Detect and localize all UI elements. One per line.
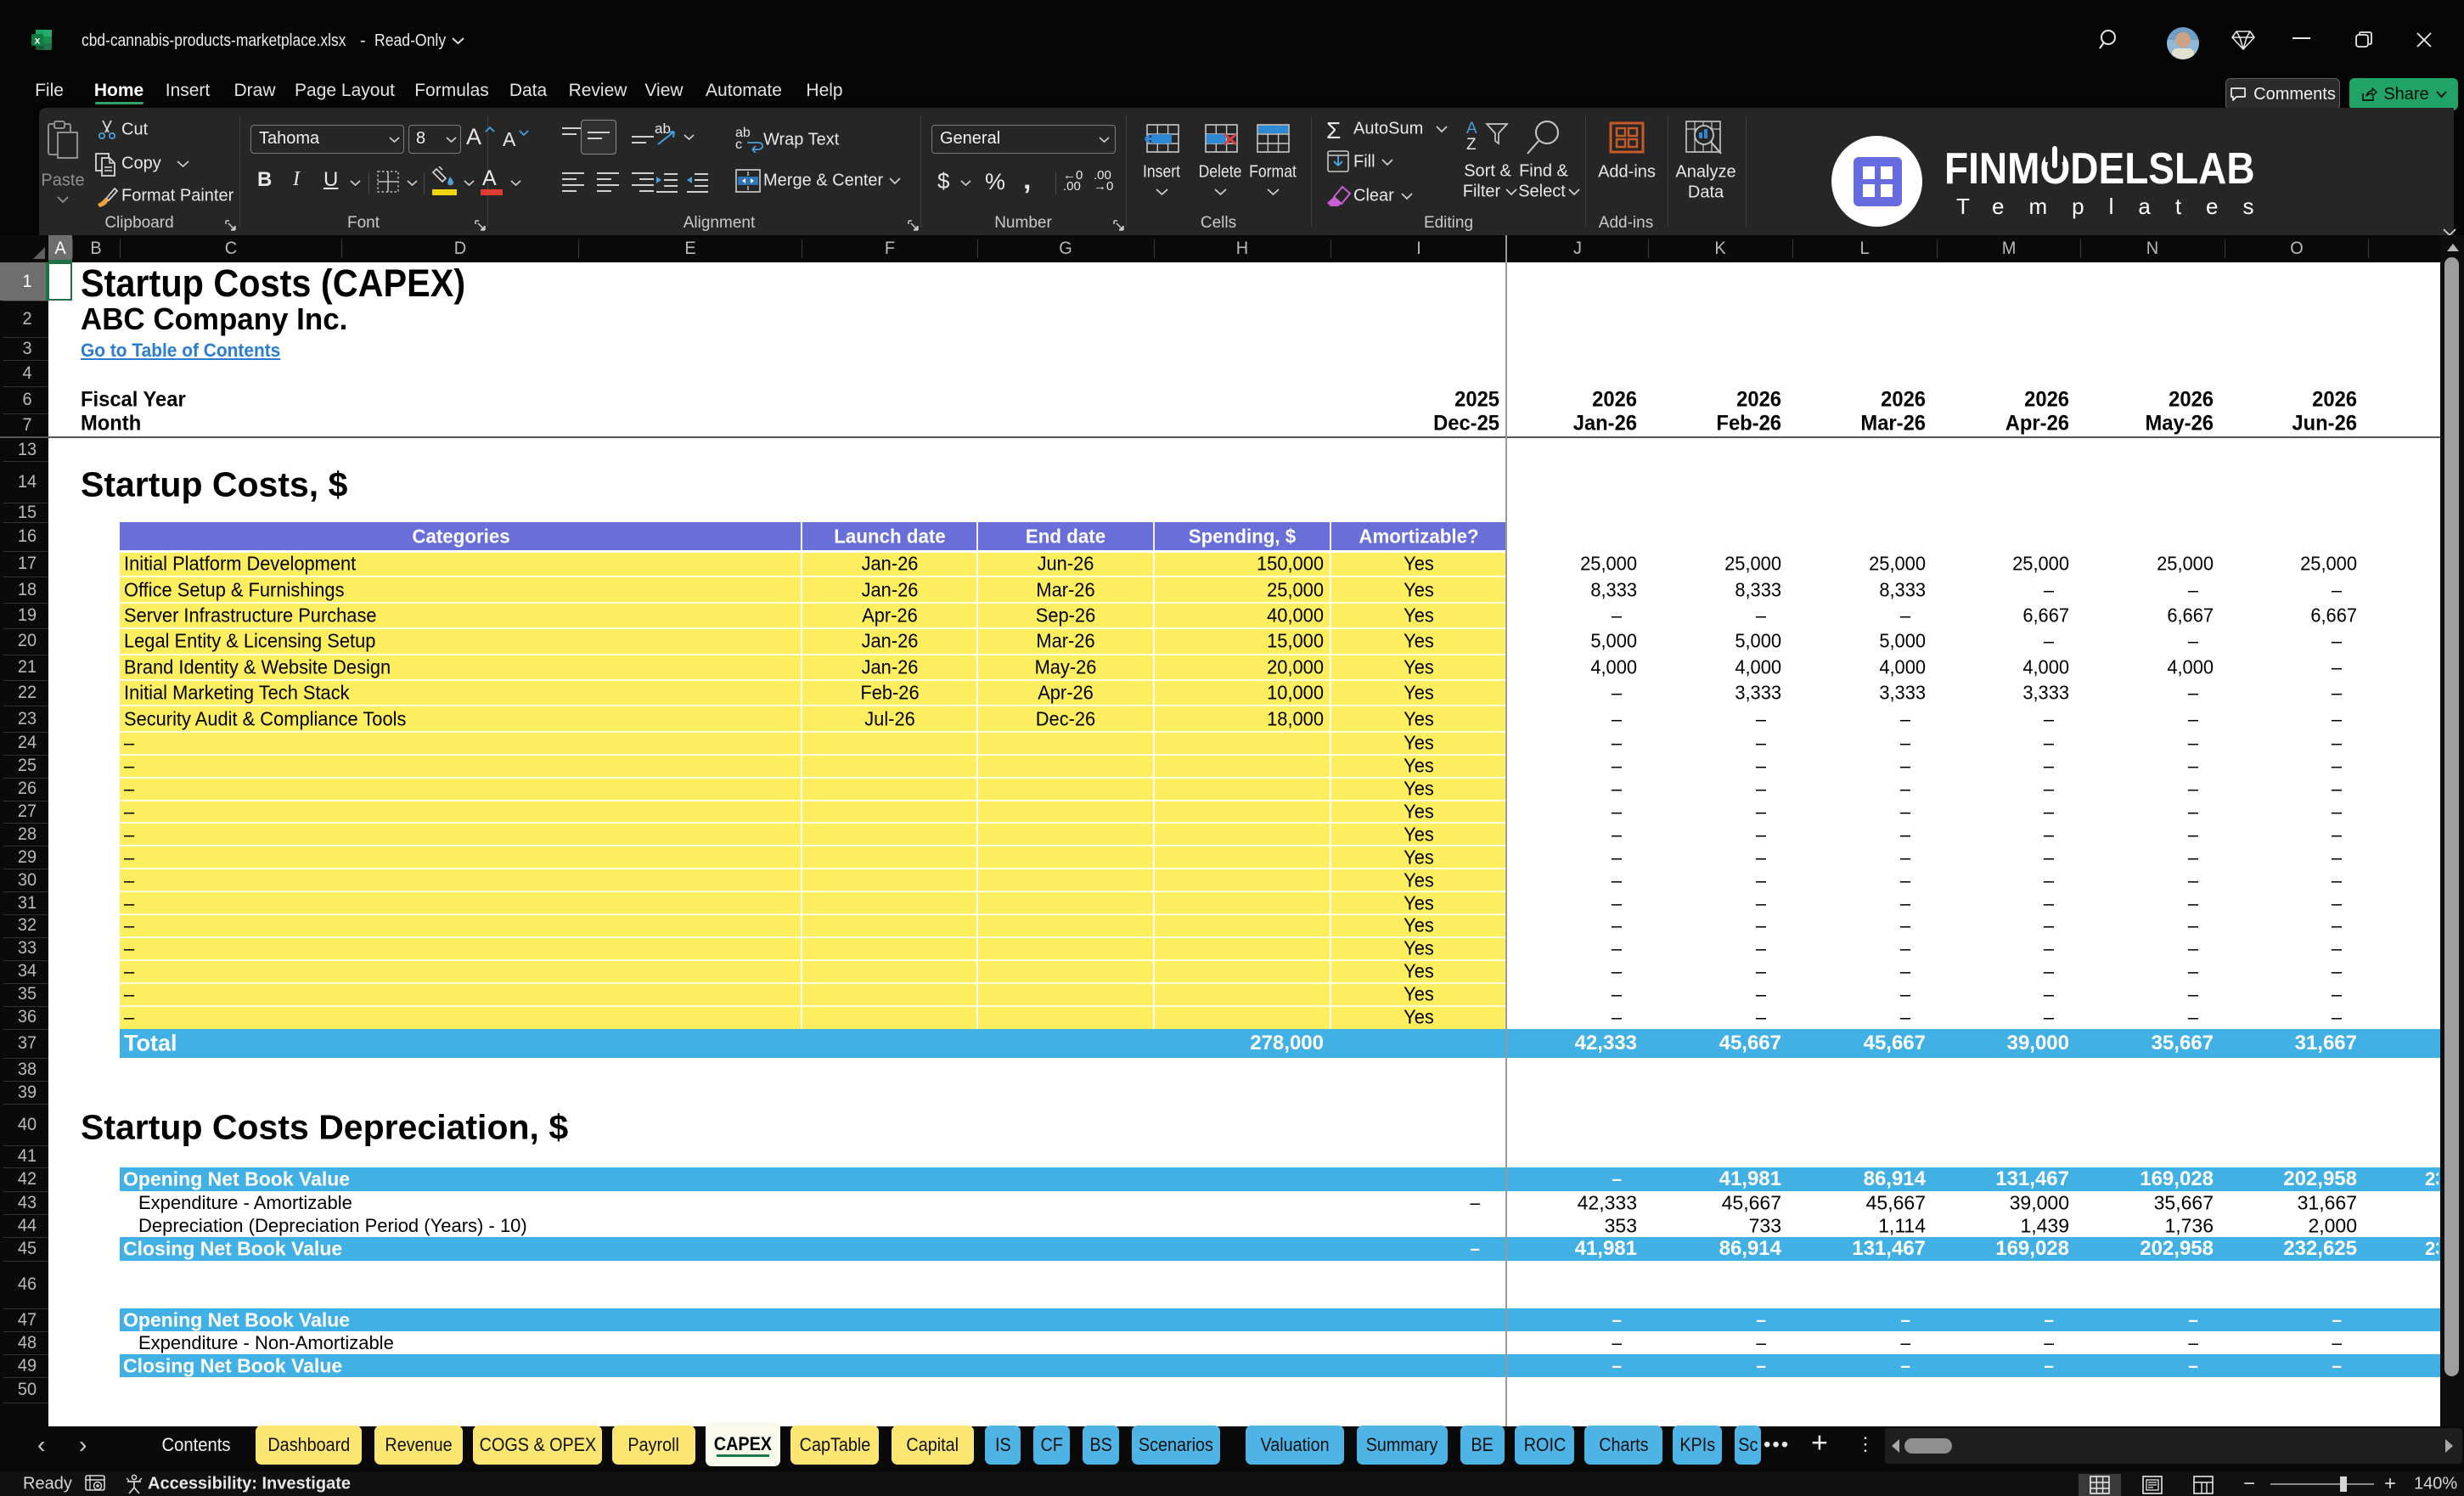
svg-text:x: x — [35, 35, 41, 47]
